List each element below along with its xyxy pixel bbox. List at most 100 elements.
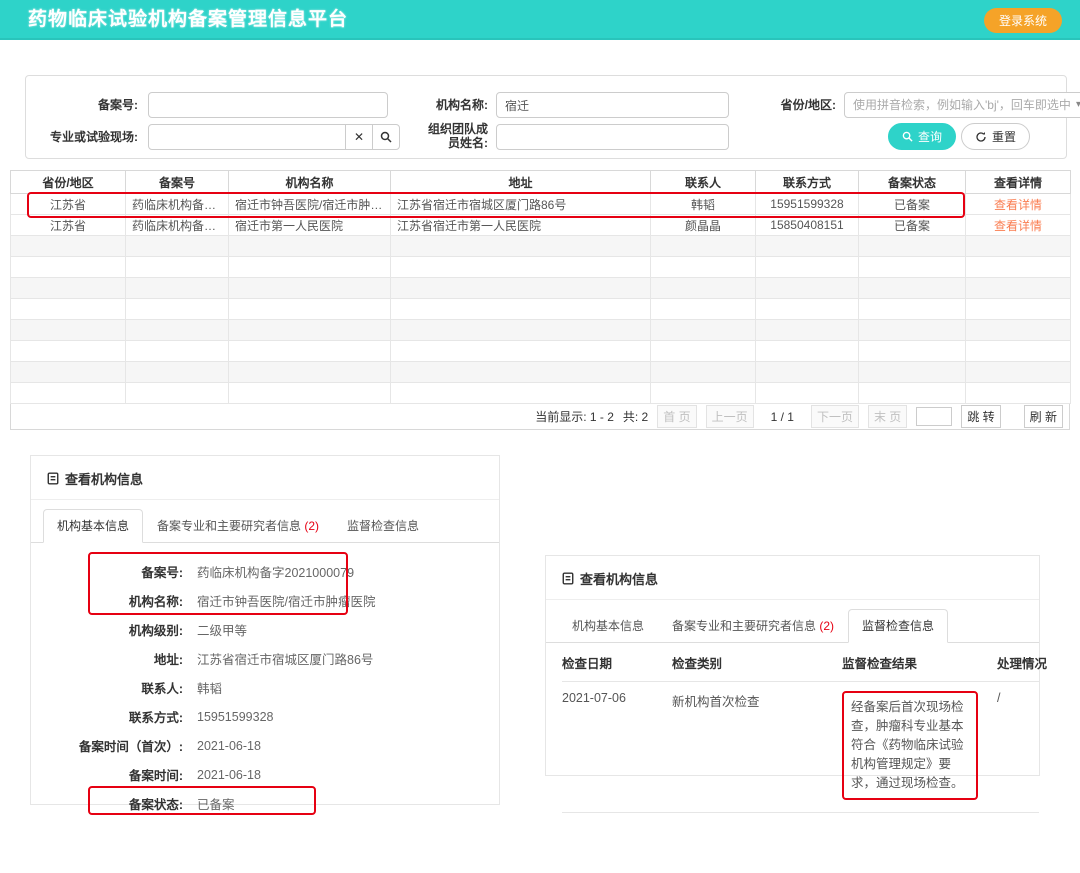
query-button-label: 查询 [918, 128, 942, 145]
field-value: 2021-06-18 [197, 739, 261, 753]
inspection-row: 2021-07-06 新机构首次检查 经备案后首次现场检查，肿瘤科专业基本符合《… [562, 682, 1039, 813]
field-label: 备案时间: [31, 765, 183, 784]
next-page-button[interactable]: 下一页 [811, 405, 859, 428]
tab-basic-info[interactable]: 机构基本信息 [43, 509, 143, 543]
tab-count-badge: (2) [304, 519, 319, 533]
last-page-button[interactable]: 末 页 [868, 405, 907, 428]
cell-phone: 15951599328 [756, 194, 859, 215]
first-page-button[interactable]: 首 页 [657, 405, 696, 428]
inspect-type: 新机构首次检查 [672, 691, 842, 800]
field-value: 二级甲等 [197, 620, 247, 639]
field-label: 地址: [31, 649, 183, 668]
results-table: 省份/地区 备案号 机构名称 地址 联系人 联系方式 备案状态 查看详情 江苏省… [10, 170, 1070, 430]
tab-bar: 机构基本信息 备案专业和主要研究者信息 (2) 监督检查信息 [31, 500, 499, 543]
jump-button[interactable]: 跳 转 [961, 405, 1000, 428]
cell-address: 江苏省宿迁市宿城区厦门路86号 [391, 194, 651, 215]
col-phone: 联系方式 [756, 171, 859, 194]
col-province: 省份/地区 [11, 171, 126, 194]
table-row-empty [11, 341, 1071, 362]
field-value: 2021-06-18 [197, 768, 261, 782]
cell-contact: 颜晶晶 [651, 215, 756, 236]
profession-input[interactable] [148, 124, 346, 150]
tab-label: 备案专业和主要研究者信息 [672, 619, 816, 633]
field-value: 15951599328 [197, 710, 273, 724]
prev-page-button[interactable]: 上一页 [706, 405, 754, 428]
status-badge: 已备案 [859, 215, 966, 236]
view-detail-link[interactable]: 查看详情 [994, 198, 1042, 212]
col-inspect-result: 监督检查结果 [842, 653, 987, 672]
panel-title: 查看机构信息 [546, 556, 1039, 600]
team-member-label: 组织团队成员姓名: [421, 122, 488, 150]
col-inspect-type: 检查类别 [672, 653, 842, 672]
tab-bar: 机构基本信息 备案专业和主要研究者信息 (2) 监督检查信息 [546, 600, 1039, 643]
reset-button[interactable]: 重置 [961, 123, 1030, 150]
search-icon[interactable] [372, 124, 400, 150]
field-value: 已备案 [197, 794, 235, 813]
cell-address: 江苏省宿迁市第一人民医院 [391, 215, 651, 236]
table-row-empty [11, 236, 1071, 257]
handling-status: / [987, 691, 1047, 800]
field-value: 江苏省宿迁市宿城区厦门路86号 [197, 649, 373, 668]
view-detail-link[interactable]: 查看详情 [994, 219, 1042, 233]
tab-count-badge: (2) [819, 619, 834, 633]
col-detail: 查看详情 [966, 171, 1071, 194]
tab-label: 机构基本信息 [572, 619, 644, 633]
tab-basic-info[interactable]: 机构基本信息 [558, 609, 658, 643]
tab-label: 备案专业和主要研究者信息 [157, 519, 301, 533]
table-row-empty [11, 278, 1071, 299]
org-info-panel-supervision: 查看机构信息 机构基本信息 备案专业和主要研究者信息 (2) 监督检查信息 检查… [545, 555, 1040, 776]
tab-supervision-info[interactable]: 监督检查信息 [848, 609, 948, 643]
col-address: 地址 [391, 171, 651, 194]
table-row-2[interactable]: 江苏省 药临床机构备字20210... 宿迁市第一人民医院 江苏省宿迁市第一人民… [11, 215, 1071, 236]
inspection-header-row: 检查日期 检查类别 监督检查结果 处理情况 [562, 643, 1039, 682]
cell-contact: 韩韬 [651, 194, 756, 215]
panel-title: 查看机构信息 [31, 456, 499, 500]
refresh-icon [975, 131, 987, 143]
tab-supervision-info[interactable]: 监督检查信息 [333, 509, 433, 543]
jump-page-input[interactable] [916, 407, 952, 426]
tab-label: 监督检查信息 [347, 519, 419, 533]
cell-province: 江苏省 [11, 194, 126, 215]
cell-record-no: 药临床机构备字20210... [126, 215, 229, 236]
province-select[interactable] [844, 92, 1080, 118]
field-label: 备案号: [31, 562, 183, 581]
field-value: 韩韬 [197, 678, 222, 697]
record-no-input[interactable] [148, 92, 388, 118]
tab-researcher-info[interactable]: 备案专业和主要研究者信息 (2) [658, 609, 848, 643]
table-row-empty [11, 383, 1071, 404]
col-org-name: 机构名称 [229, 171, 391, 194]
panel-title-text: 查看机构信息 [580, 569, 658, 588]
query-button[interactable]: 查询 [888, 123, 956, 150]
page-indicator: 1 / 1 [763, 410, 802, 424]
table-row-empty [11, 299, 1071, 320]
col-handling: 处理情况 [987, 653, 1047, 672]
org-name-label: 机构名称: [396, 92, 488, 118]
field-label: 机构名称: [31, 591, 183, 610]
login-button[interactable]: 登录系统 [984, 8, 1062, 33]
field-label: 联系方式: [31, 707, 183, 726]
tab-label: 监督检查信息 [862, 619, 934, 633]
org-name-input[interactable] [496, 92, 729, 118]
cell-province: 江苏省 [11, 215, 126, 236]
cell-phone: 15850408151 [756, 215, 859, 236]
col-inspect-date: 检查日期 [562, 653, 672, 672]
status-badge: 已备案 [859, 194, 966, 215]
pagination-total: 共: 2 [623, 408, 648, 425]
page-title: 药物临床试验机构备案管理信息平台 [28, 0, 348, 40]
tab-researcher-info[interactable]: 备案专业和主要研究者信息 (2) [143, 509, 333, 543]
col-record-no: 备案号 [126, 171, 229, 194]
field-label: 备案时间（首次）: [31, 736, 183, 755]
field-label: 机构级别: [31, 620, 183, 639]
clear-icon[interactable]: ✕ [345, 124, 373, 150]
table-header-row: 省份/地区 备案号 机构名称 地址 联系人 联系方式 备案状态 查看详情 [11, 171, 1071, 194]
cell-org-name: 宿迁市钟吾医院/宿迁市肿瘤医院 [229, 194, 391, 215]
table-row-empty [11, 257, 1071, 278]
inspect-result highlight-box-result: 经备案后首次现场检查，肿瘤科专业基本符合《药物临床试验机构管理规定》要求，通过现… [842, 691, 978, 800]
search-icon [902, 131, 913, 142]
refresh-button[interactable]: 刷 新 [1024, 405, 1063, 428]
org-fields: 备案号:药临床机构备字2021000079 机构名称:宿迁市钟吾医院/宿迁市肿瘤… [31, 543, 499, 818]
team-member-input[interactable] [496, 124, 729, 150]
cell-org-name: 宿迁市第一人民医院 [229, 215, 391, 236]
table-row-1[interactable]: 江苏省 药临床机构备字20210... 宿迁市钟吾医院/宿迁市肿瘤医院 江苏省宿… [11, 194, 1071, 215]
tab-label: 机构基本信息 [57, 519, 129, 533]
